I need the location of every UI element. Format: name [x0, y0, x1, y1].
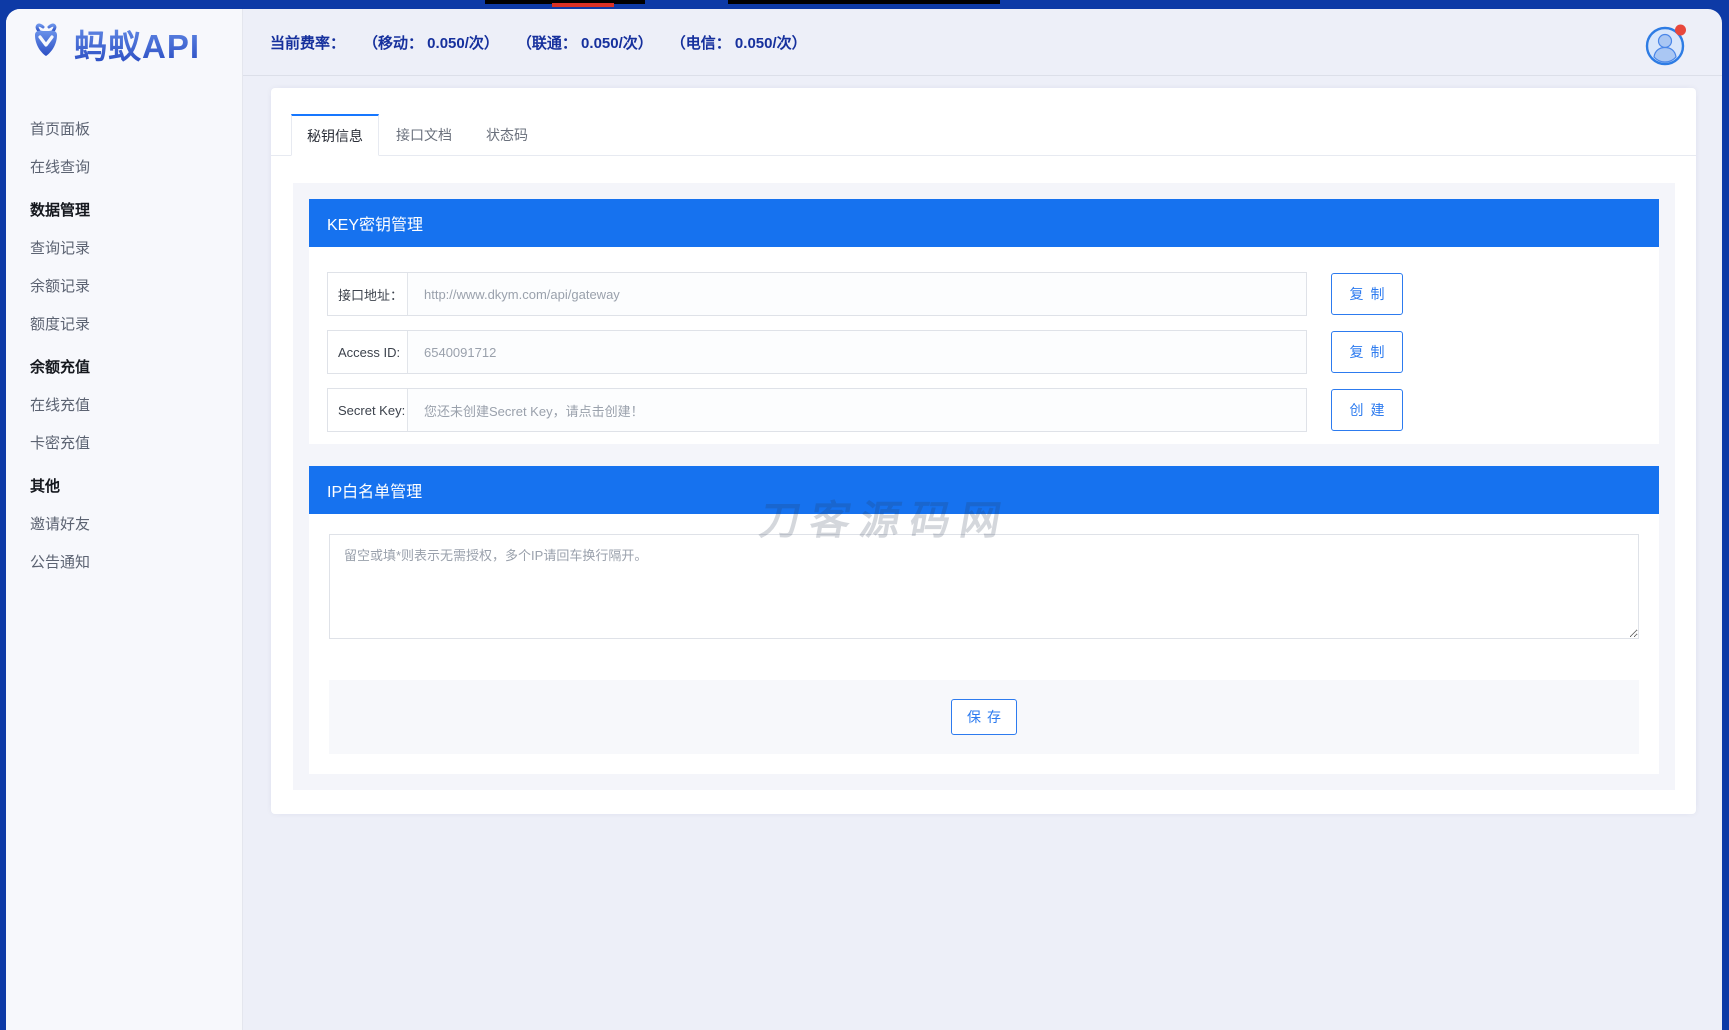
browser-chrome-remnant	[728, 0, 1000, 4]
secret-key-label: Secret Key:	[328, 389, 408, 431]
access-id-label: Access ID:	[328, 331, 408, 373]
sidebar-section-data-mgmt: 数据管理	[6, 190, 242, 228]
tab-status-codes[interactable]: 状态码	[469, 114, 545, 156]
copy-access-id-button[interactable]: 复制	[1331, 331, 1403, 373]
save-button[interactable]: 保存	[951, 699, 1017, 735]
tab-api-docs[interactable]: 接口文档	[379, 114, 469, 156]
sidebar-item-online-recharge[interactable]: 在线充值	[6, 385, 242, 423]
app-window: 蚂蚁API 首页面板 在线查询 数据管理 查询记录 余额记录 额度记录 余额充值…	[6, 9, 1722, 1030]
ip-whitelist-textarea[interactable]	[329, 534, 1639, 639]
sidebar-item-card-recharge[interactable]: 卡密充值	[6, 423, 242, 461]
settings-panel: KEY密钥管理 接口地址： http://www.dkym.com/api/ga…	[293, 183, 1675, 790]
sidebar: 蚂蚁API 首页面板 在线查询 数据管理 查询记录 余额记录 额度记录 余额充值…	[6, 9, 243, 1030]
sidebar-section-other: 其他	[6, 466, 242, 504]
topbar: 当前费率： （移动： 0.050/次） （联通： 0.050/次） （电信： 0…	[243, 9, 1722, 76]
access-id-value: 6540091712	[408, 331, 1306, 373]
sidebar-nav: 首页面板 在线查询 数据管理 查询记录 余额记录 额度记录 余额充值 在线充值 …	[6, 79, 242, 580]
ant-logo-icon	[26, 22, 66, 67]
main-area: 当前费率： （移动： 0.050/次） （联通： 0.050/次） （电信： 0…	[243, 9, 1722, 1030]
access-id-row: Access ID: 6540091712 复制	[327, 330, 1639, 374]
logo[interactable]: 蚂蚁API	[6, 9, 242, 79]
key-section-title: KEY密钥管理	[309, 199, 1659, 247]
app-title: 蚂蚁API	[74, 20, 200, 68]
tab-bar: 秘钥信息 接口文档 状态码	[271, 88, 1696, 156]
sidebar-item-announcements[interactable]: 公告通知	[6, 542, 242, 580]
sidebar-item-invite-friends[interactable]: 邀请好友	[6, 504, 242, 542]
create-secret-key-button[interactable]: 创建	[1331, 389, 1403, 431]
sidebar-section-recharge: 余额充值	[6, 347, 242, 385]
tab-secret-info[interactable]: 秘钥信息	[291, 114, 379, 156]
notification-badge	[1675, 25, 1686, 36]
sidebar-item-quota-records[interactable]: 额度记录	[6, 304, 242, 342]
rate-unicom: （联通： 0.050/次）	[517, 32, 653, 53]
ip-section-title: IP白名单管理	[309, 466, 1659, 514]
content-area: 刀客源码网 秘钥信息 接口文档 状态码 KEY密钥管理 接口地址：	[243, 76, 1722, 1030]
rate-mobile: （移动： 0.050/次）	[363, 32, 499, 53]
browser-chrome-red-mark	[552, 3, 614, 7]
sidebar-item-online-query[interactable]: 在线查询	[6, 147, 242, 185]
secret-key-row: Secret Key: 您还未创建Secret Key，请点击创建！ 创建	[327, 388, 1639, 432]
key-management-section: KEY密钥管理 接口地址： http://www.dkym.com/api/ga…	[309, 199, 1659, 444]
rates-label: 当前费率：	[270, 32, 345, 53]
user-avatar-icon[interactable]	[1644, 22, 1688, 66]
api-url-label: 接口地址：	[328, 273, 408, 315]
sidebar-item-balance-records[interactable]: 余额记录	[6, 266, 242, 304]
tab-card: 刀客源码网 秘钥信息 接口文档 状态码 KEY密钥管理 接口地址：	[271, 88, 1696, 814]
ip-whitelist-section: IP白名单管理 保存	[309, 466, 1659, 774]
api-url-value: http://www.dkym.com/api/gateway	[408, 273, 1306, 315]
current-rates: 当前费率： （移动： 0.050/次） （联通： 0.050/次） （电信： 0…	[270, 32, 825, 53]
sidebar-item-home[interactable]: 首页面板	[6, 109, 242, 147]
copy-api-url-button[interactable]: 复制	[1331, 273, 1403, 315]
rate-telecom: （电信： 0.050/次）	[671, 32, 807, 53]
save-strip: 保存	[329, 680, 1639, 754]
api-url-row: 接口地址： http://www.dkym.com/api/gateway 复制	[327, 272, 1639, 316]
secret-key-value: 您还未创建Secret Key，请点击创建！	[408, 389, 1306, 431]
sidebar-item-query-records[interactable]: 查询记录	[6, 228, 242, 266]
